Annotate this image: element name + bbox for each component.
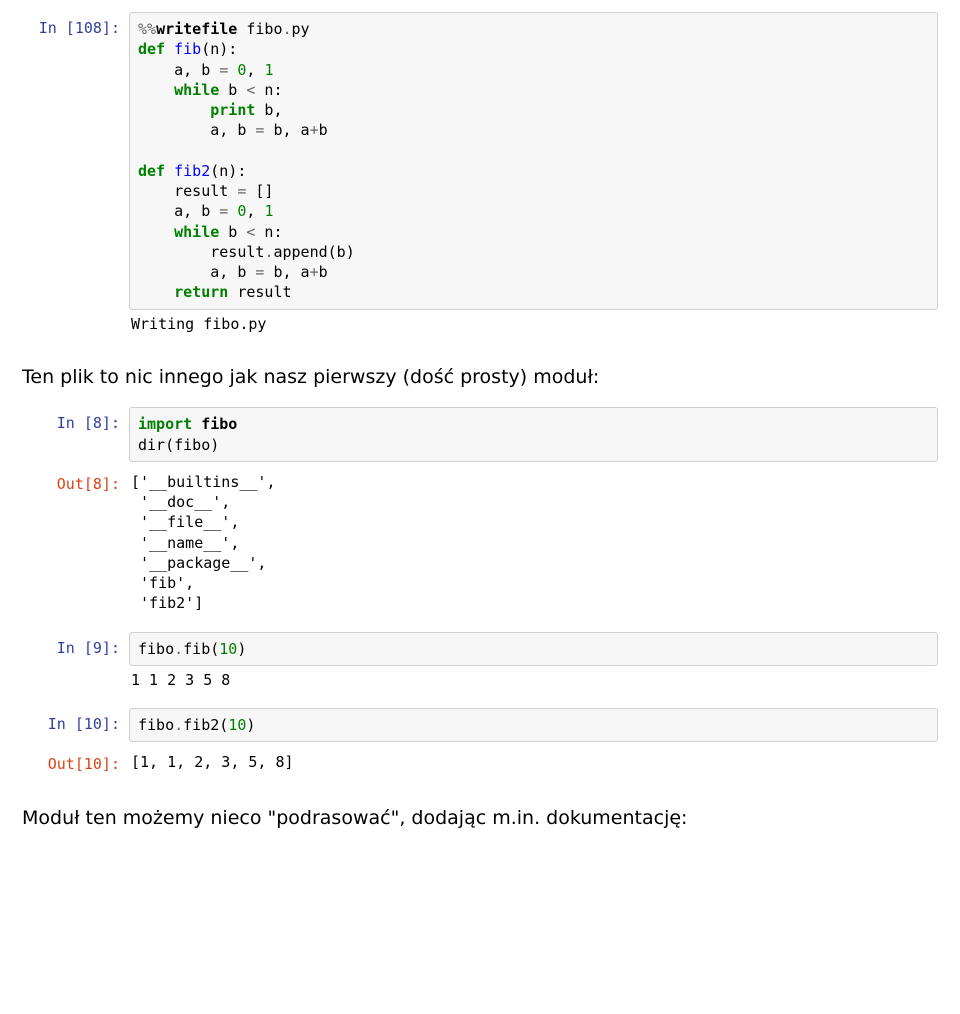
- cell-in-8: In [8]: import fibo dir(fibo): [22, 407, 938, 462]
- stdout-108: Writing fibo.py: [129, 310, 938, 334]
- cell-out-10: Out[10]: [1, 1, 2, 3, 5, 8]: [22, 748, 938, 775]
- cell-in-9: In [9]: fibo.fib(10): [22, 632, 938, 666]
- code-108: %%writefile fibo.py def fib(n): a, b = 0…: [138, 19, 929, 303]
- prompt-out-10: Out[10]:: [22, 748, 129, 775]
- narrative-2: Moduł ten możemy nieco "podrasować", dod…: [22, 805, 938, 833]
- cell-out-8: Out[8]: ['__builtins__', '__doc__', '__f…: [22, 468, 938, 614]
- code-10: fibo.fib2(10): [138, 715, 929, 735]
- code-9: fibo.fib(10): [138, 639, 929, 659]
- stdout-text-9: 1 1 2 3 5 8: [131, 670, 938, 690]
- code-input-8[interactable]: import fibo dir(fibo): [129, 407, 938, 462]
- cell-in-10: In [10]: fibo.fib2(10): [22, 708, 938, 742]
- result-8: ['__builtins__', '__doc__', '__file__', …: [129, 468, 938, 614]
- result-text-8: ['__builtins__', '__doc__', '__file__', …: [131, 472, 938, 614]
- prompt-in-10: In [10]:: [22, 708, 129, 735]
- cell-out-108-stream: Writing fibo.py: [22, 310, 938, 334]
- prompt-empty: [22, 310, 129, 317]
- cell-in-108: In [108]: %%writefile fibo.py def fib(n)…: [22, 12, 938, 310]
- stdout-text-108: Writing fibo.py: [131, 314, 938, 334]
- code-input-10[interactable]: fibo.fib2(10): [129, 708, 938, 742]
- code-8: import fibo dir(fibo): [138, 414, 929, 455]
- result-10: [1, 1, 2, 3, 5, 8]: [129, 748, 938, 772]
- notebook-page: In [108]: %%writefile fibo.py def fib(n)…: [0, 0, 960, 878]
- result-text-10: [1, 1, 2, 3, 5, 8]: [131, 752, 938, 772]
- narrative-1: Ten plik to nic innego jak nasz pierwszy…: [22, 364, 938, 392]
- prompt-in-9: In [9]:: [22, 632, 129, 659]
- prompt-in-108: In [108]:: [22, 12, 129, 39]
- stdout-9: 1 1 2 3 5 8: [129, 666, 938, 690]
- prompt-in-8: In [8]:: [22, 407, 129, 434]
- prompt-empty-9: [22, 666, 129, 673]
- code-input-108[interactable]: %%writefile fibo.py def fib(n): a, b = 0…: [129, 12, 938, 310]
- prompt-out-8: Out[8]:: [22, 468, 129, 495]
- code-input-9[interactable]: fibo.fib(10): [129, 632, 938, 666]
- cell-out-9-stream: 1 1 2 3 5 8: [22, 666, 938, 690]
